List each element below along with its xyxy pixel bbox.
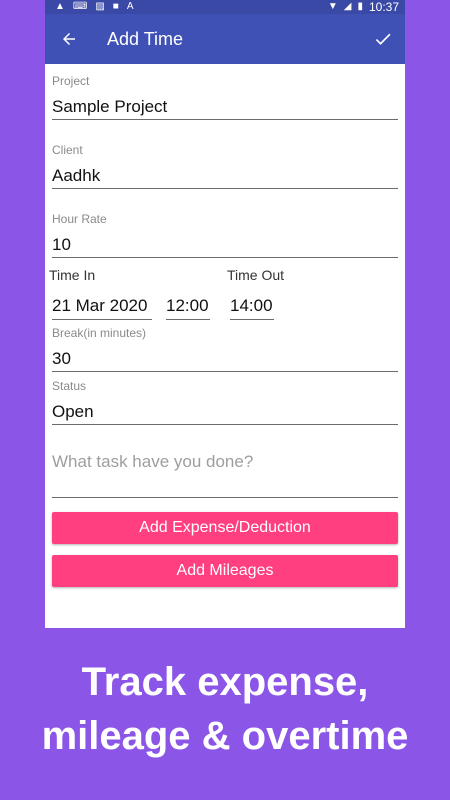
client-label: Client [52,143,83,157]
warning-icon: ▲ [55,1,65,12]
hour-rate-field[interactable]: Hour Rate 10 [52,212,398,260]
save-button[interactable] [371,27,395,51]
back-button[interactable] [57,27,81,51]
time-in-date[interactable]: 21 Mar 2020 [52,296,147,316]
client-underline [52,188,398,189]
hour-rate-value: 10 [52,235,71,254]
status-label: Status [52,379,87,393]
status-field[interactable]: Status Open [52,379,398,427]
keyboard-icon: ⌨ [72,1,88,12]
project-label: Project [52,74,90,88]
status-underline [52,424,398,425]
time-in-label: Time In [49,267,96,283]
time-in-time[interactable]: 12:00 [166,296,209,316]
app-bar: Add Time [45,14,405,64]
a-icon: A [126,1,134,12]
wifi-icon: ▼ [327,1,338,12]
caption-line-2: mileage & overtime [41,714,409,758]
break-underline [52,371,398,372]
time-out-label: Time Out [227,267,285,283]
client-field[interactable]: Client Aadhk [52,143,398,191]
signal-icon: ◢ [343,1,352,12]
page-title: Add Time [107,29,184,49]
break-value: 30 [52,349,71,368]
project-value: Sample Project [52,97,168,116]
add-mileages-button[interactable]: Add Mileages [52,555,398,587]
time-in-date-underline [52,319,152,320]
check-icon [375,33,391,45]
client-value: Aadhk [52,166,101,185]
time-in-time-underline [166,319,210,320]
project-underline [52,119,398,120]
image-icon: ▨ [95,1,105,12]
project-field[interactable]: Project Sample Project [52,74,398,122]
sd-card-icon: ■ [112,1,119,12]
task-underline [52,497,398,498]
caption-line-1: Track expense, [81,660,369,704]
phone-screen: ▲ ⌨ ▨ ■ A ▼ ◢ ▮ 10:37 Add Time Project S… [45,0,405,628]
status-bar: ▲ ⌨ ▨ ■ A ▼ ◢ ▮ 10:37 [45,0,405,14]
status-value: Open [52,402,94,421]
hour-rate-label: Hour Rate [52,212,107,226]
time-out-time-underline [230,319,274,320]
time-out-time[interactable]: 14:00 [230,296,273,316]
add-expense-button[interactable]: Add Expense/Deduction [52,512,398,544]
promo-caption: Track expense, mileage & overtime [0,655,450,763]
task-input[interactable]: What task have you done? [52,452,253,472]
hour-rate-underline [52,257,398,258]
break-field[interactable]: Break(in minutes) 30 [52,326,398,374]
arrow-left-icon [63,33,75,45]
break-label: Break(in minutes) [52,326,147,340]
status-time: 10:37 [368,0,399,14]
battery-icon: ▮ [357,1,363,12]
